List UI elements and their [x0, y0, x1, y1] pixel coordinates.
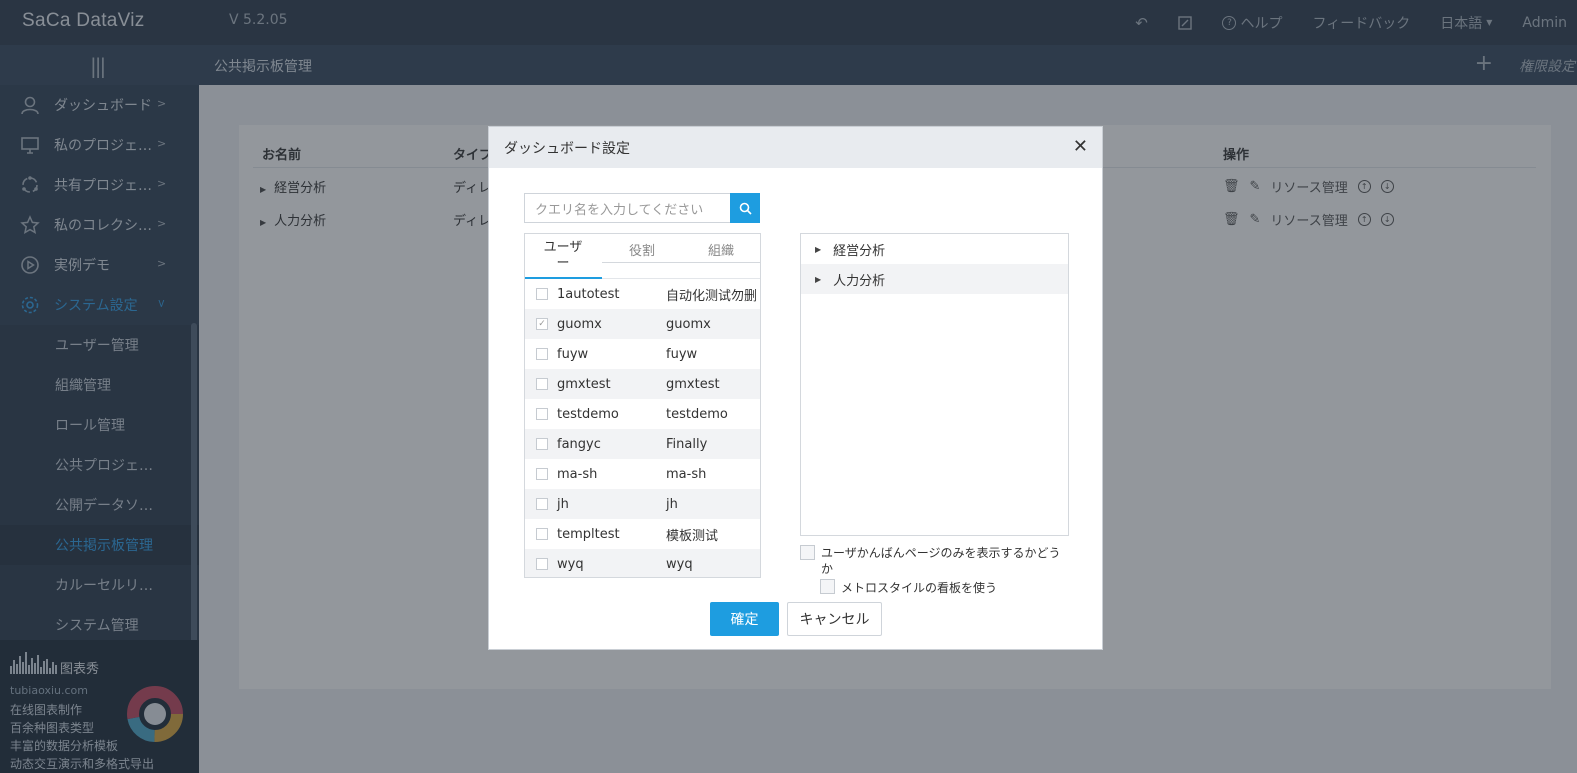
checkbox[interactable]	[536, 348, 548, 360]
dashboard-settings-dialog: ダッシュボード設定 ✕ クエリ名を入力してください ユーザー 役割 組織 1au…	[488, 126, 1103, 650]
tab-organization[interactable]: 組織	[701, 240, 741, 259]
user-row[interactable]: wyq wyq	[525, 549, 760, 577]
user-row[interactable]: 1autotest 自动化测试勿删	[525, 279, 760, 309]
checkbox[interactable]	[536, 288, 548, 300]
checkbox[interactable]	[536, 498, 548, 510]
user-row[interactable]: fuyw fuyw	[525, 339, 760, 369]
user-name: wyq	[666, 556, 693, 572]
user-only-label: ユーザかんばんページのみを表示するかどうか	[821, 546, 1061, 576]
tab-role[interactable]: 役割	[622, 240, 662, 259]
search-icon	[739, 202, 752, 215]
user-row[interactable]: jh jh	[525, 489, 760, 519]
user-name: testdemo	[666, 406, 728, 422]
confirm-button[interactable]: 確定	[710, 602, 779, 636]
user-list: 1autotest 自动化测试勿删 ✓ guomx guomx fuyw fuyw gmxte…	[525, 279, 760, 577]
user-id: wyq	[557, 556, 584, 572]
close-icon[interactable]: ✕	[1073, 136, 1088, 157]
tab-divider	[602, 262, 760, 263]
caret-right-icon[interactable]: ▶	[815, 275, 821, 284]
search-input[interactable]: クエリ名を入力してください	[524, 193, 731, 223]
user-id: ma-sh	[557, 466, 598, 482]
user-name: ma-sh	[666, 466, 707, 482]
tree-node-label: 経営分析	[833, 243, 886, 259]
metro-style-label: メトロスタイルの看板を使う	[841, 581, 998, 595]
cancel-button[interactable]: キャンセル	[787, 602, 882, 636]
checkbox[interactable]	[536, 438, 548, 450]
user-row[interactable]: fangyc Finally	[525, 429, 760, 459]
user-id: guomx	[557, 316, 602, 332]
tree-node-label: 人力分析	[833, 273, 886, 289]
user-name: 自动化测试勿删	[666, 288, 758, 304]
checkbox[interactable]	[536, 528, 548, 540]
user-row[interactable]: testdemo testdemo	[525, 399, 760, 429]
user-name: Finally	[666, 436, 708, 452]
user-row[interactable]: ma-sh ma-sh	[525, 459, 760, 489]
user-name: 模板测试	[666, 528, 719, 544]
user-id: 1autotest	[557, 286, 620, 302]
user-id: jh	[557, 496, 569, 512]
metro-style-checkbox[interactable]	[820, 579, 835, 594]
user-name: guomx	[666, 316, 711, 332]
checkbox[interactable]	[536, 378, 548, 390]
tree-node[interactable]: ▶ 人力分析	[801, 264, 1068, 294]
user-id: fangyc	[557, 436, 601, 452]
user-row[interactable]: gmxtest gmxtest	[525, 369, 760, 399]
metro-style-option[interactable]: メトロスタイルの看板を使う	[820, 579, 997, 596]
user-only-checkbox[interactable]	[800, 545, 815, 560]
user-only-option[interactable]: ユーザかんばんページのみを表示するかどうか	[800, 545, 1065, 577]
caret-right-icon[interactable]: ▶	[815, 245, 821, 254]
user-name: gmxtest	[666, 376, 720, 392]
user-row[interactable]: ✓ guomx guomx	[525, 309, 760, 339]
dashboard-tree-panel: ▶ 経営分析 ▶ 人力分析	[800, 233, 1069, 536]
user-row[interactable]: templtest 模板测试	[525, 519, 760, 549]
user-name: fuyw	[666, 346, 698, 362]
checked-checkbox[interactable]: ✓	[536, 318, 548, 330]
user-id: testdemo	[557, 406, 619, 422]
tab-user[interactable]: ユーザー	[541, 240, 585, 272]
checkbox[interactable]	[536, 468, 548, 480]
user-id: gmxtest	[557, 376, 611, 392]
user-id: fuyw	[557, 346, 589, 362]
checkbox[interactable]	[536, 408, 548, 420]
tree-node[interactable]: ▶ 経営分析	[801, 234, 1068, 264]
user-name: jh	[666, 496, 678, 512]
dialog-title: ダッシュボード設定	[504, 140, 630, 157]
checkbox[interactable]	[536, 558, 548, 570]
dialog-header: ダッシュボード設定 ✕	[489, 127, 1102, 168]
user-id: templtest	[557, 526, 620, 542]
member-list-panel: ユーザー 役割 組織 1autotest 自动化测试勿删 ✓ guomx guomx fu…	[524, 233, 761, 578]
member-tabs: ユーザー 役割 組織	[525, 234, 760, 279]
search-button[interactable]	[730, 193, 760, 223]
